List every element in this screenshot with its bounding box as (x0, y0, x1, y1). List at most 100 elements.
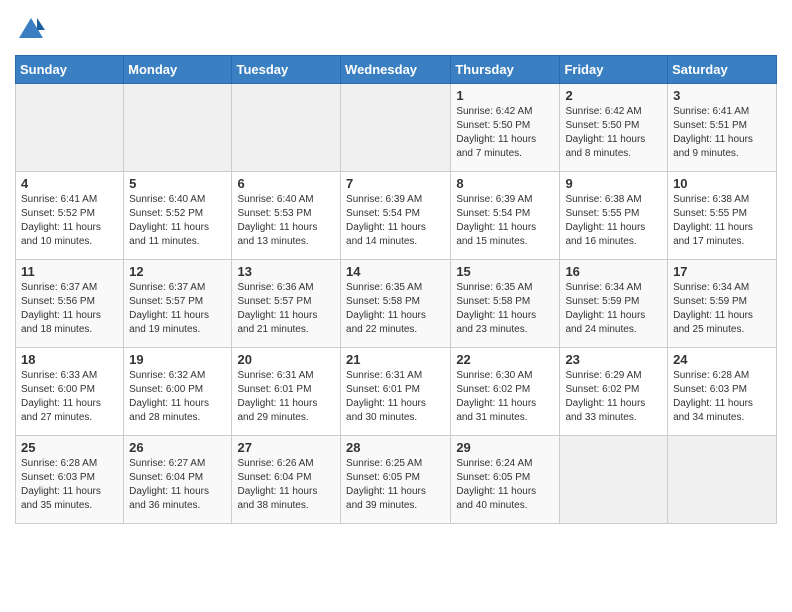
day-cell: 4Sunrise: 6:41 AMSunset: 5:52 PMDaylight… (16, 172, 124, 260)
day-number: 24 (673, 352, 771, 367)
day-cell (232, 84, 341, 172)
week-row-1: 1 Sunrise: 6:42 AMSunset: 5:50 PMDaylight… (16, 84, 777, 172)
week-row-5: 25 Sunrise: 6:28 AMSunset: 6:03 PMDayligh… (16, 436, 777, 524)
day-info: Sunrise: 6:32 AMSunset: 6:00 PMDaylight:… (129, 369, 226, 425)
day-info: Sunrise: 6:26 AMSunset: 6:04 PMDaylight:… (237, 457, 335, 513)
weekday-header-sunday: Sunday (16, 56, 124, 84)
day-number: 4 (21, 176, 118, 191)
week-row-2: 4Sunrise: 6:41 AMSunset: 5:52 PMDaylight… (16, 172, 777, 260)
day-cell: 8 Sunrise: 6:39 AMSunset: 5:54 PMDaylight… (451, 172, 560, 260)
day-number: 11 (21, 264, 118, 279)
day-cell: 27 Sunrise: 6:26 AMSunset: 6:04 PMDayligh… (232, 436, 341, 524)
day-number: 20 (237, 352, 335, 367)
day-number: 18 (21, 352, 118, 367)
day-cell: 17 Sunrise: 6:34 AMSunset: 5:59 PMDayligh… (668, 260, 777, 348)
day-info: Sunrise: 6:24 AMSunset: 6:05 PMDaylight:… (456, 457, 554, 513)
day-number: 3 (673, 88, 771, 103)
day-cell: 18 Sunrise: 6:33 AMSunset: 6:00 PMDayligh… (16, 348, 124, 436)
day-cell: 20 Sunrise: 6:31 AMSunset: 6:01 PMDayligh… (232, 348, 341, 436)
day-cell: 3 Sunrise: 6:41 AMSunset: 5:51 PMDaylight… (668, 84, 777, 172)
day-info: Sunrise: 6:38 AMSunset: 5:55 PMDaylight:… (565, 193, 662, 249)
day-info: Sunrise: 6:37 AMSunset: 5:56 PMDaylight:… (21, 281, 118, 337)
day-info: Sunrise: 6:40 AMSunset: 5:53 PMDaylight:… (237, 193, 335, 249)
day-cell: 7Sunrise: 6:39 AMSunset: 5:54 PMDaylight… (341, 172, 451, 260)
weekday-header-friday: Friday (560, 56, 668, 84)
day-number: 14 (346, 264, 445, 279)
day-number: 6 (237, 176, 335, 191)
day-number: 21 (346, 352, 445, 367)
day-cell: 22 Sunrise: 6:30 AMSunset: 6:02 PMDayligh… (451, 348, 560, 436)
weekday-header-thursday: Thursday (451, 56, 560, 84)
logo (15, 16, 45, 49)
weekday-header-saturday: Saturday (668, 56, 777, 84)
day-cell: 5 Sunrise: 6:40 AMSunset: 5:52 PMDaylight… (124, 172, 232, 260)
day-info: Sunrise: 6:33 AMSunset: 6:00 PMDaylight:… (21, 369, 118, 425)
day-cell: 16 Sunrise: 6:34 AMSunset: 5:59 PMDayligh… (560, 260, 668, 348)
day-cell: 23 Sunrise: 6:29 AMSunset: 6:02 PMDayligh… (560, 348, 668, 436)
day-info: Sunrise: 6:41 AMSunset: 5:51 PMDaylight:… (673, 105, 771, 161)
day-cell: 25 Sunrise: 6:28 AMSunset: 6:03 PMDayligh… (16, 436, 124, 524)
day-cell: 13 Sunrise: 6:36 AMSunset: 5:57 PMDayligh… (232, 260, 341, 348)
day-info: Sunrise: 6:42 AMSunset: 5:50 PMDaylight:… (565, 105, 662, 161)
day-number: 7 (346, 176, 445, 191)
day-number: 5 (129, 176, 226, 191)
week-row-4: 18 Sunrise: 6:33 AMSunset: 6:00 PMDayligh… (16, 348, 777, 436)
logo-icon (17, 16, 45, 44)
day-cell: 14 Sunrise: 6:35 AMSunset: 5:58 PMDayligh… (341, 260, 451, 348)
day-info: Sunrise: 6:30 AMSunset: 6:02 PMDaylight:… (456, 369, 554, 425)
weekday-header-monday: Monday (124, 56, 232, 84)
day-info: Sunrise: 6:34 AMSunset: 5:59 PMDaylight:… (673, 281, 771, 337)
day-number: 29 (456, 440, 554, 455)
day-cell (560, 436, 668, 524)
day-number: 12 (129, 264, 226, 279)
day-info: Sunrise: 6:35 AMSunset: 5:58 PMDaylight:… (346, 281, 445, 337)
day-number: 26 (129, 440, 226, 455)
day-info: Sunrise: 6:25 AMSunset: 6:05 PMDaylight:… (346, 457, 445, 513)
day-info: Sunrise: 6:40 AMSunset: 5:52 PMDaylight:… (129, 193, 226, 249)
day-number: 1 (456, 88, 554, 103)
day-cell: 21Sunrise: 6:31 AMSunset: 6:01 PMDayligh… (341, 348, 451, 436)
day-number: 10 (673, 176, 771, 191)
day-cell (16, 84, 124, 172)
day-info: Sunrise: 6:34 AMSunset: 5:59 PMDaylight:… (565, 281, 662, 337)
day-cell (668, 436, 777, 524)
day-info: Sunrise: 6:37 AMSunset: 5:57 PMDaylight:… (129, 281, 226, 337)
day-info: Sunrise: 6:29 AMSunset: 6:02 PMDaylight:… (565, 369, 662, 425)
day-number: 16 (565, 264, 662, 279)
day-number: 28 (346, 440, 445, 455)
day-cell: 24 Sunrise: 6:28 AMSunset: 6:03 PMDayligh… (668, 348, 777, 436)
day-info: Sunrise: 6:28 AMSunset: 6:03 PMDaylight:… (21, 457, 118, 513)
day-number: 25 (21, 440, 118, 455)
day-cell: 1 Sunrise: 6:42 AMSunset: 5:50 PMDaylight… (451, 84, 560, 172)
weekday-header-row: SundayMondayTuesdayWednesdayThursdayFrid… (16, 56, 777, 84)
day-cell: 10 Sunrise: 6:38 AMSunset: 5:55 PMDayligh… (668, 172, 777, 260)
day-cell: 2 Sunrise: 6:42 AMSunset: 5:50 PMDaylight… (560, 84, 668, 172)
day-cell: 26 Sunrise: 6:27 AMSunset: 6:04 PMDayligh… (124, 436, 232, 524)
day-number: 27 (237, 440, 335, 455)
header (15, 10, 777, 49)
day-info: Sunrise: 6:38 AMSunset: 5:55 PMDaylight:… (673, 193, 771, 249)
day-cell: 29 Sunrise: 6:24 AMSunset: 6:05 PMDayligh… (451, 436, 560, 524)
day-info: Sunrise: 6:42 AMSunset: 5:50 PMDaylight:… (456, 105, 554, 161)
day-info: Sunrise: 6:28 AMSunset: 6:03 PMDaylight:… (673, 369, 771, 425)
day-cell (124, 84, 232, 172)
week-row-3: 11 Sunrise: 6:37 AMSunset: 5:56 PMDayligh… (16, 260, 777, 348)
day-cell: 6 Sunrise: 6:40 AMSunset: 5:53 PMDaylight… (232, 172, 341, 260)
day-info: Sunrise: 6:27 AMSunset: 6:04 PMDaylight:… (129, 457, 226, 513)
day-info: Sunrise: 6:31 AMSunset: 6:01 PMDaylight:… (237, 369, 335, 425)
day-number: 8 (456, 176, 554, 191)
weekday-header-tuesday: Tuesday (232, 56, 341, 84)
day-cell (341, 84, 451, 172)
day-number: 23 (565, 352, 662, 367)
day-cell: 15Sunrise: 6:35 AMSunset: 5:58 PMDayligh… (451, 260, 560, 348)
day-number: 15 (456, 264, 554, 279)
calendar: SundayMondayTuesdayWednesdayThursdayFrid… (15, 55, 777, 524)
day-number: 22 (456, 352, 554, 367)
day-info: Sunrise: 6:36 AMSunset: 5:57 PMDaylight:… (237, 281, 335, 337)
day-number: 2 (565, 88, 662, 103)
day-number: 17 (673, 264, 771, 279)
day-number: 13 (237, 264, 335, 279)
day-cell: 28 Sunrise: 6:25 AMSunset: 6:05 PMDayligh… (341, 436, 451, 524)
day-info: Sunrise: 6:39 AMSunset: 5:54 PMDaylight:… (456, 193, 554, 249)
day-cell: 11 Sunrise: 6:37 AMSunset: 5:56 PMDayligh… (16, 260, 124, 348)
